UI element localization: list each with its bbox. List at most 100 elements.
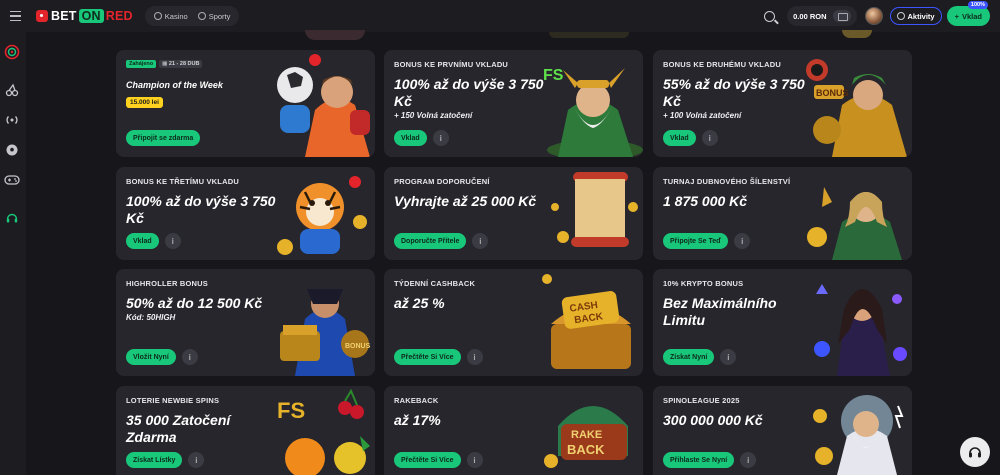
golden-warrior-illustration: BONUS xyxy=(806,59,907,157)
balance-pill[interactable]: 0.00 RON xyxy=(787,6,857,26)
promo-headline: 1 875 000 Kč xyxy=(663,193,748,209)
promo-card-first-deposit[interactable]: BONUS KE PRVNÍMU VKLADU 100% až do výše … xyxy=(384,50,643,157)
activity-button[interactable]: Aktivity xyxy=(889,7,942,25)
info-icon[interactable]: i xyxy=(466,349,483,365)
promo-card-crypto-bonus[interactable]: 10% KRYPTO BONUS Bez Maximálního Limitu … xyxy=(653,269,912,376)
bonus-art-text: BONUS xyxy=(816,88,849,98)
info-icon[interactable]: i xyxy=(734,233,751,249)
promo-headline: 50% až do 12 500 Kč xyxy=(126,295,263,311)
join-free-button[interactable]: Připojit se zdarma xyxy=(126,130,201,146)
rakeback-illustration: RAKE BACK xyxy=(544,406,628,468)
info-icon[interactable]: i xyxy=(472,233,489,249)
deposit-now-button[interactable]: Vložit Nyní xyxy=(126,349,176,365)
rake-art-text: RAKE xyxy=(571,429,602,441)
partial-card-edge xyxy=(653,28,912,40)
promo-card-second-deposit[interactable]: BONUS KE DRUHÉMU VKLADU 55% až do výše 3… xyxy=(653,50,912,157)
promo-subtitle: BONUS KE DRUHÉMU VKLADU xyxy=(663,60,781,69)
promo-card-champion[interactable]: Zahájeno ▦ 21 - 28 DUB Champion of the W… xyxy=(116,50,375,157)
get-tickets-button[interactable]: Získat Lístky xyxy=(126,452,183,468)
partial-card-edge xyxy=(116,28,375,40)
promo-headline: 100% až do výše 3 750 Kč xyxy=(394,76,544,109)
info-icon[interactable]: i xyxy=(720,349,737,365)
promo-code: Kód: 50HIGH xyxy=(126,313,176,322)
promo-headline: 300 000 000 Kč xyxy=(663,412,763,428)
tiger-illustration xyxy=(277,176,367,255)
promo-card-spinoleague[interactable]: SPINOLEAGUE 2025 300 000 000 Kč Přihlast… xyxy=(653,386,912,475)
balance-amount: 0.00 RON xyxy=(793,11,827,21)
promo-subtitle: RAKEBACK xyxy=(394,396,439,405)
promo-headline: 55% až do výše 3 750 Kč xyxy=(663,76,805,109)
fs-art-text: FS xyxy=(277,398,305,423)
gamepad-icon[interactable] xyxy=(4,172,20,188)
promo-subtitle: SPINOLEAGUE 2025 xyxy=(663,396,740,405)
brand-logo[interactable]: BET ON RED xyxy=(36,9,133,23)
prize-badge: 15.000 lei xyxy=(126,97,163,108)
fruits-illustration: FS xyxy=(277,388,370,475)
plus-icon: + xyxy=(954,11,959,21)
info-icon[interactable]: i xyxy=(188,452,205,468)
crypto-girl-illustration xyxy=(814,284,907,376)
support-headset-icon[interactable] xyxy=(4,210,20,226)
activity-icon xyxy=(896,12,905,20)
promo-subtitle: TURNAJ DUBNOVÉHO ŠÍLENSTVÍ xyxy=(663,177,791,186)
promo-card-referral[interactable]: PROGRAM DOPORUČENÍ Vyhrajte až 25 000 Kč… xyxy=(384,167,643,260)
promo-card-tournament[interactable]: TURNAJ DUBNOVÉHO ŠÍLENSTVÍ 1 875 000 Kč … xyxy=(653,167,912,260)
promo-headline: Vyhrajte až 25 000 Kč xyxy=(394,193,537,209)
nav-sports[interactable]: Sporty xyxy=(193,8,236,24)
sign-up-now-button[interactable]: Přihlaste Se Nyní xyxy=(663,452,735,468)
activity-label: Aktivity xyxy=(907,11,935,21)
info-icon[interactable]: i xyxy=(740,452,757,468)
join-tournament-button[interactable]: Připojte Se Teď xyxy=(663,233,729,249)
zeus-illustration xyxy=(813,395,904,475)
rake-back-art-text: BACK xyxy=(567,442,605,457)
promo-card-newbie-spins[interactable]: LOTERIE NEWBIE SPINS 35 000 Zatočení Zda… xyxy=(116,386,375,475)
promo-subtitle: 10% KRYPTO BONUS xyxy=(663,279,744,288)
promo-subtitle: PROGRAM DOPORUČENÍ xyxy=(394,177,490,186)
left-sidebar xyxy=(0,32,26,475)
deposit-cta-button[interactable]: Vklad xyxy=(126,233,159,249)
live-signal-icon[interactable] xyxy=(4,112,20,128)
date-text: 21 - 28 DUB xyxy=(168,61,200,67)
promo-headline: Bez Maximálního Limitu xyxy=(663,295,777,328)
partial-card-edge xyxy=(384,28,643,40)
viking-fs-illustration: FS xyxy=(543,67,643,157)
promo-extra: + 100 Volná zatočení xyxy=(663,111,742,120)
bonus-art-text: BONUS xyxy=(345,343,371,350)
product-switch: Kasino Sporty xyxy=(144,6,240,26)
cherries-icon[interactable] xyxy=(4,82,20,98)
avatar[interactable] xyxy=(864,7,883,25)
scroll-illustration xyxy=(551,172,638,247)
promo-extra: + 150 Volná zatočení xyxy=(394,111,473,120)
deposit-button[interactable]: + Vklad 100% xyxy=(946,1,990,26)
nav-sports-label: Sporty xyxy=(208,11,231,21)
logo-text-on: ON xyxy=(78,9,104,23)
search-icon[interactable] xyxy=(764,10,776,22)
dartboard-icon[interactable] xyxy=(4,44,20,60)
promo-headline: 35 000 Zatočení Zdarma xyxy=(126,412,231,445)
support-chat-button[interactable] xyxy=(960,437,990,467)
fs-art-text: FS xyxy=(543,67,564,84)
info-icon[interactable]: i xyxy=(701,130,718,146)
nav-casino[interactable]: Kasino xyxy=(149,8,193,24)
deposit-cta-button[interactable]: Vklad xyxy=(394,130,427,146)
wallet-icon xyxy=(832,10,851,22)
promo-headline: 100% až do výše 3 750 Kč xyxy=(126,193,276,226)
promo-card-third-deposit[interactable]: BONUS KE TŘETÍMU VKLADU 100% až do výše … xyxy=(116,167,375,260)
calendar-icon: ▦ xyxy=(162,61,169,67)
info-icon[interactable]: i xyxy=(466,452,483,468)
read-more-button[interactable]: Přečtěte Si Více xyxy=(394,452,461,468)
info-icon[interactable]: i xyxy=(432,130,449,146)
info-icon[interactable]: i xyxy=(181,349,198,365)
promo-title: Champion of the Week xyxy=(126,80,223,90)
deposit-cta-button[interactable]: Vklad xyxy=(663,130,696,146)
promo-card-highroller[interactable]: HIGHROLLER BONUS 50% až do 12 500 Kč Kód… xyxy=(116,269,375,376)
info-icon[interactable]: i xyxy=(164,233,181,249)
get-now-button[interactable]: Získat Nyní xyxy=(663,349,715,365)
refer-friend-button[interactable]: Doporučte Přítele xyxy=(394,233,467,249)
read-more-button[interactable]: Přečtěte Si Více xyxy=(394,349,461,365)
football-icon[interactable] xyxy=(4,142,20,158)
menu-icon[interactable] xyxy=(0,10,30,22)
promo-card-rakeback[interactable]: RAKEBACK až 17% Přečtěte Si Více i RAKE … xyxy=(384,386,643,475)
promo-subtitle: HIGHROLLER BONUS xyxy=(126,279,208,288)
promo-card-weekly-cashback[interactable]: TÝDENNÍ CASHBACK až 25 % Přečtěte Si Víc… xyxy=(384,269,643,376)
